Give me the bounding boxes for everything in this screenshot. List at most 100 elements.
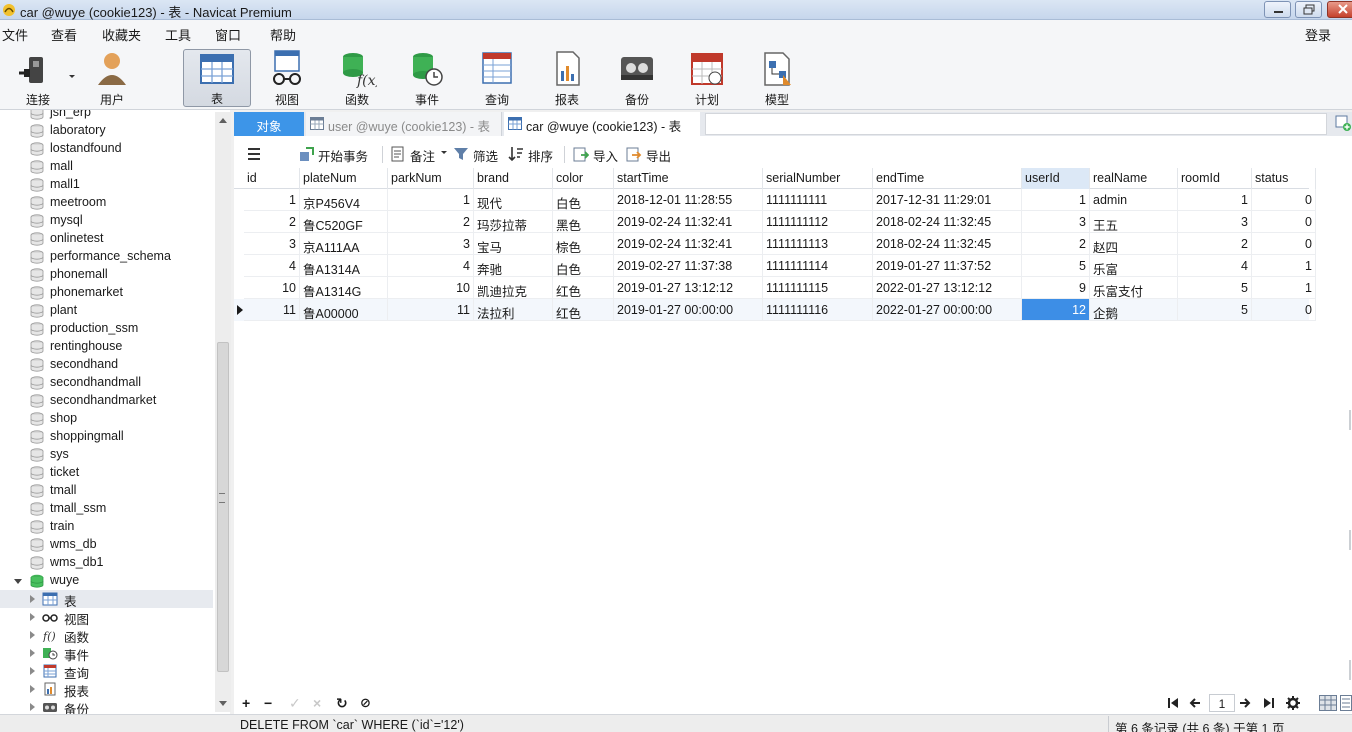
- menu-window[interactable]: 窗口: [215, 25, 241, 44]
- cell-endTime[interactable]: 2018-02-24 11:32:45: [873, 233, 1022, 255]
- cell-userId[interactable]: 3: [1022, 211, 1090, 233]
- expand-arrow-icon[interactable]: [30, 703, 35, 711]
- grid-view-icon[interactable]: [1319, 695, 1337, 711]
- apply-changes-button[interactable]: ✓: [289, 695, 301, 712]
- last-page-icon[interactable]: [1263, 697, 1275, 709]
- cell-endTime[interactable]: 2017-12-31 11:29:01: [873, 189, 1022, 211]
- cell-roomId[interactable]: 2: [1178, 233, 1252, 255]
- tree-db-secondhand[interactable]: secondhand: [0, 356, 213, 374]
- cell-startTime[interactable]: 2019-02-24 11:32:41: [614, 233, 763, 255]
- cell-roomId[interactable]: 4: [1178, 255, 1252, 277]
- close-button[interactable]: [1327, 1, 1352, 18]
- tree-db-production_ssm[interactable]: production_ssm: [0, 320, 213, 338]
- column-header-realName[interactable]: realName: [1090, 168, 1178, 189]
- cell-color[interactable]: 红色: [553, 299, 614, 321]
- row-selector[interactable]: [234, 189, 244, 211]
- cell-brand[interactable]: 法拉利: [474, 299, 553, 321]
- menu-tools[interactable]: 工具: [165, 25, 191, 44]
- tab-car-table[interactable]: car @wuye (cookie123) - 表: [504, 112, 700, 136]
- cell-endTime[interactable]: 2018-02-24 11:32:45: [873, 211, 1022, 233]
- toolbar-user-button[interactable]: 用户: [80, 46, 144, 107]
- cell-status[interactable]: 0: [1252, 233, 1316, 255]
- discard-changes-button[interactable]: ×: [313, 695, 321, 711]
- table-row[interactable]: 2 鲁C520GF 2 玛莎拉蒂 黑色 2019-02-24 11:32:41 111111…: [234, 211, 1316, 233]
- gear-icon[interactable]: [1286, 696, 1300, 710]
- cell-id[interactable]: 11: [244, 299, 300, 321]
- cell-color[interactable]: 棕色: [553, 233, 614, 255]
- tree-db-secondhandmall[interactable]: secondhandmall: [0, 374, 213, 392]
- cell-id[interactable]: 10: [244, 277, 300, 299]
- tree-db-wms_db[interactable]: wms_db: [0, 536, 213, 554]
- tree-db-mall1[interactable]: mall1: [0, 176, 213, 194]
- tree-db-onlinetest[interactable]: onlinetest: [0, 230, 213, 248]
- collapse-arrow-icon[interactable]: [14, 579, 22, 584]
- cell-realName[interactable]: 乐富: [1090, 255, 1178, 277]
- toolbar-function-button[interactable]: f(x) 函数: [325, 46, 389, 107]
- cell-serialNumber[interactable]: 1111111115: [763, 277, 873, 299]
- row-selector[interactable]: [234, 233, 244, 255]
- cell-userId[interactable]: 1: [1022, 189, 1090, 211]
- maximize-button[interactable]: [1295, 1, 1322, 18]
- cell-plateNum[interactable]: 鲁A00000: [300, 299, 388, 321]
- delete-record-button[interactable]: −: [264, 695, 272, 711]
- toolbar-report-button[interactable]: 报表: [535, 46, 599, 107]
- table-row[interactable]: 1 京P456V4 1 现代 白色 2018-12-01 11:28:55 11111111…: [234, 189, 1316, 211]
- column-header-serialNumber[interactable]: serialNumber: [763, 168, 873, 189]
- column-header-userId[interactable]: userId: [1022, 168, 1090, 189]
- cell-brand[interactable]: 凯迪拉克: [474, 277, 553, 299]
- column-header-startTime[interactable]: startTime: [614, 168, 763, 189]
- cell-status[interactable]: 0: [1252, 211, 1316, 233]
- cell-brand[interactable]: 奔驰: [474, 255, 553, 277]
- cell-startTime[interactable]: 2018-12-01 11:28:55: [614, 189, 763, 211]
- tree-db-jsh_erp[interactable]: jsh_erp: [0, 110, 213, 122]
- tree-node-event-clock[interactable]: 事件: [0, 644, 213, 663]
- cell-roomId[interactable]: 1: [1178, 189, 1252, 211]
- column-header-plateNum[interactable]: plateNum: [300, 168, 388, 189]
- toolbar-query-button[interactable]: 查询: [465, 46, 529, 107]
- tree-node-query[interactable]: 查询: [0, 662, 213, 681]
- toolbar-schedule-button[interactable]: 计划: [675, 46, 739, 107]
- cell-status[interactable]: 0: [1252, 189, 1316, 211]
- cell-roomId[interactable]: 5: [1178, 299, 1252, 321]
- cell-id[interactable]: 1: [244, 189, 300, 211]
- cell-roomId[interactable]: 3: [1178, 211, 1252, 233]
- tree-scrollbar[interactable]: [215, 112, 231, 712]
- table-row[interactable]: 11 鲁A00000 11 法拉利 红色 2019-01-27 00:00:00 11111…: [234, 299, 1316, 321]
- cell-startTime[interactable]: 2019-02-24 11:32:41: [614, 211, 763, 233]
- minimize-button[interactable]: [1264, 1, 1291, 18]
- scroll-thumb[interactable]: [217, 342, 229, 672]
- tree-db-tmall_ssm[interactable]: tmall_ssm: [0, 500, 213, 518]
- cell-parkNum[interactable]: 11: [388, 299, 474, 321]
- new-tab-table-icon[interactable]: [1335, 114, 1351, 132]
- cell-endTime[interactable]: 2022-01-27 13:12:12: [873, 277, 1022, 299]
- column-header-roomId[interactable]: roomId: [1178, 168, 1252, 189]
- menu-favorites[interactable]: 收藏夹: [102, 25, 141, 44]
- toolbar-table-button[interactable]: 表: [183, 49, 251, 107]
- cell-color[interactable]: 黑色: [553, 211, 614, 233]
- cell-serialNumber[interactable]: 1111111116: [763, 299, 873, 321]
- cell-serialNumber[interactable]: 1111111111: [763, 189, 873, 211]
- cell-serialNumber[interactable]: 1111111112: [763, 211, 873, 233]
- cell-status[interactable]: 1: [1252, 255, 1316, 277]
- cell-color[interactable]: 白色: [553, 255, 614, 277]
- cell-parkNum[interactable]: 2: [388, 211, 474, 233]
- tree-node-glasses[interactable]: 视图: [0, 608, 213, 627]
- cell-status[interactable]: 1: [1252, 277, 1316, 299]
- cell-endTime[interactable]: 2019-01-27 11:37:52: [873, 255, 1022, 277]
- tab-user-table[interactable]: user @wuye (cookie123) - 表: [306, 112, 502, 136]
- row-selector[interactable]: [234, 255, 244, 277]
- tree-db-open[interactable]: wuye: [0, 572, 213, 590]
- cell-realName[interactable]: 乐富支付: [1090, 277, 1178, 299]
- login-button[interactable]: 登录: [1305, 25, 1331, 44]
- tree-db-plant[interactable]: plant: [0, 302, 213, 320]
- cell-plateNum[interactable]: 京P456V4: [300, 189, 388, 211]
- cell-userId[interactable]: 2: [1022, 233, 1090, 255]
- cell-color[interactable]: 白色: [553, 189, 614, 211]
- cell-realName[interactable]: admin: [1090, 189, 1178, 211]
- scroll-up-arrow-icon[interactable]: [219, 118, 227, 123]
- cell-realName[interactable]: 赵四: [1090, 233, 1178, 255]
- form-view-icon[interactable]: [1340, 695, 1352, 711]
- tree-node-table[interactable]: 表: [0, 590, 213, 609]
- cell-parkNum[interactable]: 4: [388, 255, 474, 277]
- tree-db-mysql[interactable]: mysql: [0, 212, 213, 230]
